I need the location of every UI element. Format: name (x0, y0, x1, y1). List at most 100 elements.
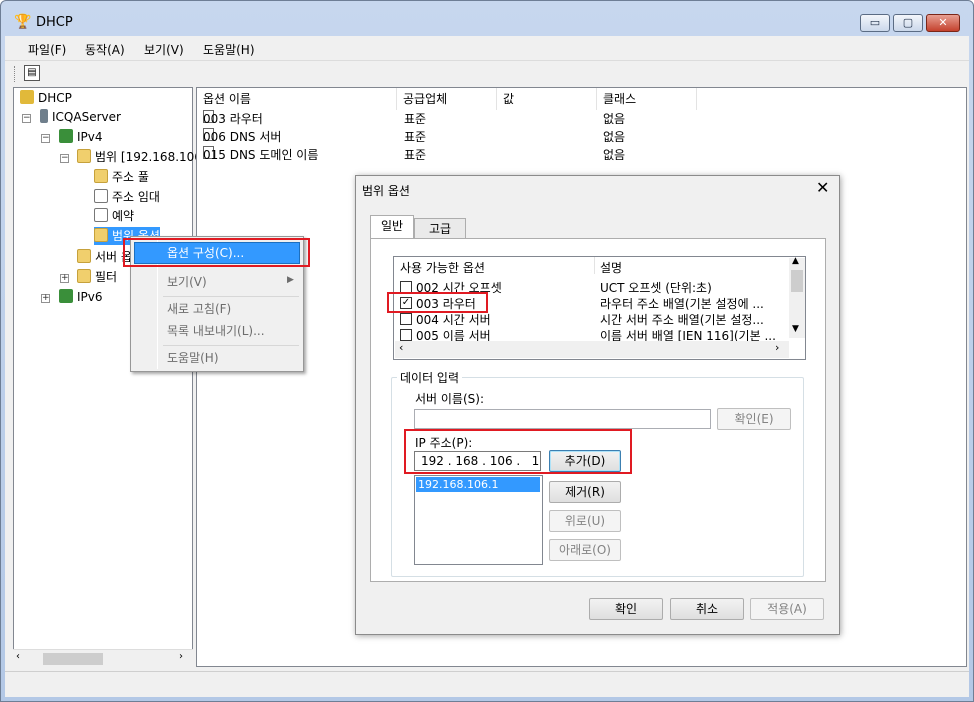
tree-item-filters[interactable]: 필터 (77, 268, 117, 286)
ipv6-icon (59, 289, 73, 303)
option-checkbox[interactable] (400, 329, 412, 341)
list-row[interactable]: 015 DNS 도메인 이름 표준 없음 (197, 146, 697, 164)
option-name: 003 라우터 (203, 112, 263, 126)
up-button[interactable]: 위로(U) (549, 510, 621, 532)
folder-icon (77, 249, 91, 263)
remove-button[interactable]: 제거(R) (549, 481, 621, 503)
down-button[interactable]: 아래로(O) (549, 539, 621, 561)
tree-label: IPv6 (77, 290, 103, 304)
tree-item-scope[interactable]: 범위 [192.168.106 (77, 148, 202, 166)
expand-icon[interactable]: + (60, 274, 69, 283)
folder-icon (94, 228, 108, 242)
options-horizontal-scrollbar[interactable]: ‹ › (395, 341, 789, 358)
menu-separator (163, 345, 299, 346)
tree-label: 주소 풀 (112, 170, 149, 184)
properties-icon[interactable]: ▤ (24, 65, 40, 81)
tree-item-ipv6[interactable]: IPv6 (59, 288, 103, 306)
scroll-up-icon[interactable]: ▲ (792, 256, 799, 266)
option-class: 없음 (603, 148, 626, 162)
option-class: 없음 (603, 112, 626, 126)
scroll-right-icon[interactable]: › (775, 341, 779, 354)
server-name-input[interactable] (414, 409, 711, 429)
annotation-highlight (404, 429, 632, 474)
ok-button[interactable]: 확인 (589, 598, 663, 620)
options-vertical-scrollbar[interactable]: ▲ ▼ (789, 256, 805, 338)
option-name[interactable]: 004 시간 서버 (416, 311, 491, 328)
dialog-title: 범위 옵션 (362, 184, 410, 198)
column-header-option-name[interactable]: 옵션 이름 (197, 88, 397, 110)
menu-item-help[interactable]: 도움말(H) (167, 348, 219, 368)
tab-general[interactable]: 일반 (370, 215, 414, 239)
column-divider (594, 257, 595, 274)
annotation-highlight (123, 238, 310, 267)
tree-label: DHCP (38, 91, 72, 105)
apply-button[interactable]: 적용(A) (750, 598, 824, 620)
expand-icon[interactable]: + (41, 294, 50, 303)
column-header-description[interactable]: 설명 (600, 259, 622, 276)
tree-item-server[interactable]: ICQAServer (40, 108, 121, 126)
tree-item-dhcp[interactable]: DHCP (20, 89, 72, 107)
resolve-button[interactable]: 확인(E) (717, 408, 791, 430)
option-description: 시간 서버 주소 배열(기본 설정... (600, 313, 764, 327)
title-bar: 🏆 DHCP ▭ ▢ ✕ (0, 0, 974, 36)
menu-file[interactable]: 파일(F) (28, 41, 66, 58)
tree-label: 범위 [192.168.106 (95, 150, 202, 164)
column-header-value[interactable]: 값 (497, 88, 597, 110)
scroll-left-icon[interactable]: ‹ (399, 341, 403, 354)
scroll-thumb[interactable] (43, 653, 103, 665)
tab-panel-general: 사용 가능한 옵션 설명 002 시간 오프셋 UCT 오프셋 (단위:초) ✓… (370, 238, 826, 582)
tab-advanced[interactable]: 고급 (414, 218, 466, 240)
menu-item-refresh[interactable]: 새로 고침(F) (167, 299, 231, 319)
tree-item-address-leases[interactable]: 주소 임대 (94, 188, 160, 206)
server-icon (40, 109, 48, 123)
dialog-close-icon[interactable]: ✕ (816, 180, 829, 196)
tree-label: 예약 (112, 209, 135, 223)
option-class: 없음 (603, 130, 626, 144)
toolbar: ▤ (5, 60, 969, 86)
option-vendor: 표준 (404, 148, 427, 162)
menu-item-view[interactable]: 보기(V) (167, 272, 207, 292)
menu-action[interactable]: 동작(A) (85, 41, 125, 58)
tree-item-address-pool[interactable]: 주소 풀 (94, 168, 149, 186)
ipv4-icon (59, 129, 73, 143)
option-description: 라우터 주소 배열(기본 설정에 ... (600, 297, 764, 311)
status-bar (5, 671, 969, 697)
list-row[interactable]: 003 라우터 표준 없음 (197, 110, 697, 128)
close-button[interactable]: ✕ (926, 14, 960, 32)
menu-help[interactable]: 도움말(H) (203, 41, 255, 58)
minimize-button[interactable]: ▭ (860, 14, 890, 32)
filter-icon (77, 269, 91, 283)
folder-icon (77, 149, 91, 163)
toolbar-grip (14, 66, 17, 82)
folder-icon (94, 169, 108, 183)
collapse-icon[interactable]: − (60, 154, 69, 163)
menu-view[interactable]: 보기(V) (144, 41, 184, 58)
column-header-class[interactable]: 클래스 (597, 88, 697, 110)
ip-list-item[interactable]: 192.168.106.1 (416, 477, 540, 492)
option-checkbox[interactable] (400, 313, 412, 325)
scroll-thumb[interactable] (791, 270, 803, 292)
console-tree: DHCP − ICQAServer − IPv4 − 범위 [192.168.1… (13, 87, 202, 667)
tree-item-ipv4[interactable]: IPv4 (59, 128, 103, 146)
tree-label: 필터 (95, 270, 118, 284)
tree-horizontal-scrollbar[interactable]: ‹ › (13, 649, 193, 667)
scroll-right-icon[interactable]: › (179, 651, 183, 662)
collapse-icon[interactable]: − (41, 134, 50, 143)
tree-item-reservations[interactable]: 예약 (94, 207, 134, 225)
maximize-button[interactable]: ▢ (893, 14, 923, 32)
column-header-available-options[interactable]: 사용 가능한 옵션 (400, 259, 485, 276)
column-header-vendor[interactable]: 공급업체 (397, 88, 497, 110)
option-description: UCT 오프셋 (단위:초) (600, 281, 712, 295)
menu-bar: 파일(F) 동작(A) 보기(V) 도움말(H) (5, 36, 969, 60)
scroll-down-icon[interactable]: ▼ (792, 324, 799, 334)
annotation-highlight (387, 292, 488, 313)
list-row[interactable]: 006 DNS 서버 표준 없음 (197, 128, 697, 146)
dhcp-app-icon: 🏆 (14, 14, 32, 30)
tree-label: 주소 임대 (112, 190, 160, 204)
cancel-button[interactable]: 취소 (670, 598, 744, 620)
scroll-left-icon[interactable]: ‹ (16, 651, 20, 662)
option-name: 015 DNS 도메인 이름 (203, 148, 319, 162)
menu-item-export-list[interactable]: 목록 내보내기(L)... (167, 321, 265, 341)
option-vendor: 표준 (404, 130, 427, 144)
collapse-icon[interactable]: − (22, 114, 31, 123)
